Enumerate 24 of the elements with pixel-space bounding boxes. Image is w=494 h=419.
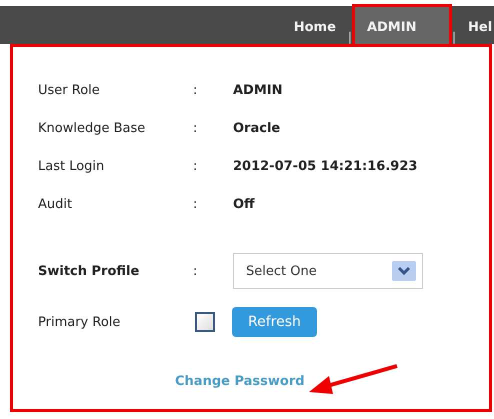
nav-tab[interactable]: ADMIN bbox=[352, 4, 452, 44]
arrow-icon bbox=[308, 364, 398, 394]
field-value: ADMIN bbox=[233, 82, 284, 98]
dropdown-caret-icon bbox=[392, 261, 416, 281]
nav-separator: | bbox=[348, 29, 352, 44]
field-value: 2012-07-05 14:21:16.923 bbox=[233, 158, 418, 174]
colon: : bbox=[193, 264, 198, 278]
colon: : bbox=[193, 158, 198, 174]
field-label: Primary Role bbox=[38, 314, 122, 330]
colon: : bbox=[193, 82, 198, 98]
colon: : bbox=[193, 196, 198, 212]
profile-dropdown[interactable]: Select One bbox=[233, 253, 423, 289]
nav-tab[interactable]: Home bbox=[282, 6, 348, 44]
field-label: User Role bbox=[38, 82, 101, 98]
primary-role-checkbox[interactable] bbox=[195, 312, 215, 332]
nav-separator: | bbox=[452, 29, 456, 44]
field-value: Oracle bbox=[233, 120, 282, 136]
colon: : bbox=[193, 120, 198, 136]
field-label: Last Login bbox=[38, 158, 106, 174]
nav-tab[interactable]: Hel bbox=[456, 6, 494, 44]
field-label: Knowledge Base bbox=[38, 120, 146, 136]
field-value: Off bbox=[233, 196, 256, 212]
field-label: Switch Profile bbox=[38, 264, 140, 278]
field-label: Audit bbox=[38, 196, 74, 212]
